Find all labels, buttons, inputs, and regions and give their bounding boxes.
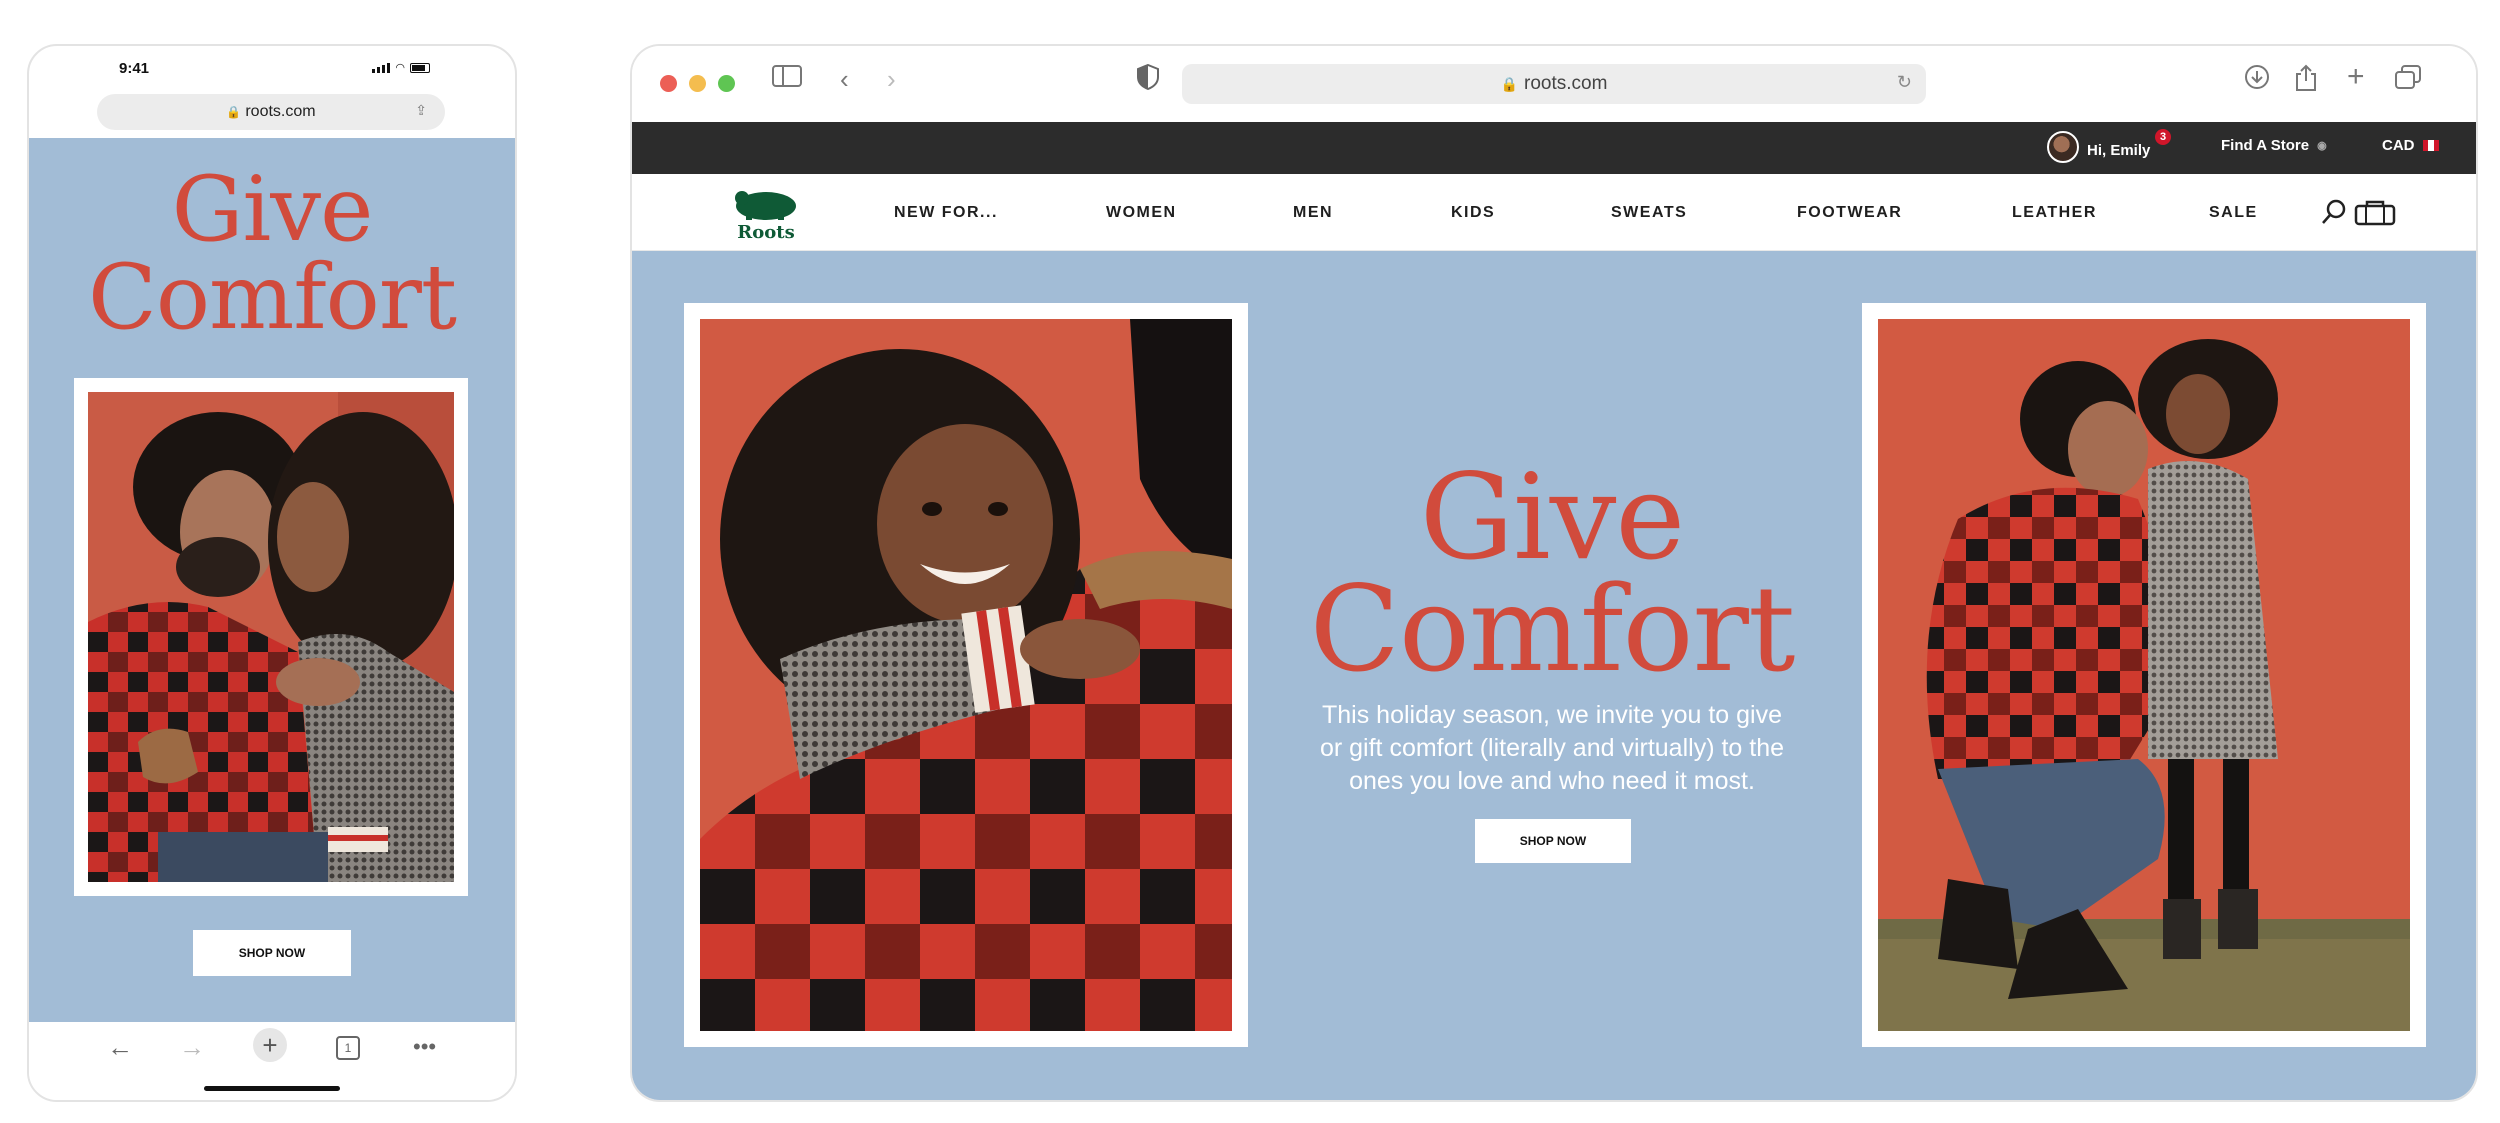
url-text: roots.com [1524,73,1608,94]
hero-headline-line-2: Comfort [1309,560,1796,698]
tabs-icon[interactable]: 1 [336,1036,360,1060]
nav-footwear[interactable]: FOOTWEAR [1797,204,1902,222]
browser-chrome: ‹ › 🔒 roots.com ↻ + [632,46,2476,122]
lock-icon: 🔒 [226,105,242,119]
mobile-photo-frame [74,378,468,896]
utility-bar: Hi, Emily 3 Find A Store ◉ CAD [632,122,2476,174]
forward-icon[interactable]: › [887,64,896,95]
nav-leather[interactable]: LEATHER [2012,204,2097,222]
nav-women[interactable]: WOMEN [1106,204,1177,222]
mobile-address-bar[interactable]: 🔒 roots.com ⇪ [97,94,445,130]
battery-icon [410,62,430,73]
mobile-hero: Give Comfort SHOP NOW [29,138,515,1022]
nav-sweats[interactable]: SWEATS [1611,204,1687,222]
main-navigation: Roots NEW FOR... WOMEN MEN KIDS SWEATS F… [632,174,2476,251]
shield-icon[interactable] [1137,63,1159,97]
back-arrow-icon[interactable]: ← [107,1032,133,1063]
hero-headline-line-1: Give [1419,448,1686,586]
headline-line-1: Give [171,157,374,262]
forward-arrow-icon[interactable]: → [179,1032,205,1063]
greeting-text: Hi, Emily [2087,141,2151,159]
right-photo-frame [1862,303,2426,1047]
hero-photo-father-daughter [1878,319,2410,1031]
find-store-text: Find A Store [2221,137,2310,154]
find-store-link[interactable]: Find A Store ◉ [2221,137,2327,154]
home-indicator [204,1086,340,1091]
back-icon[interactable]: ‹ [840,64,849,95]
share-icon[interactable]: ⇪ [415,102,427,119]
canada-flag-icon [2422,140,2439,151]
more-icon[interactable]: ••• [413,1034,436,1060]
minimize-window-button[interactable] [689,75,706,92]
close-window-button[interactable] [660,75,677,92]
wifi-icon: ◠ [395,62,405,74]
nav-new-for[interactable]: NEW FOR... [894,204,998,222]
sidebar-icon[interactable] [772,64,802,95]
tab-overview-icon[interactable] [2394,64,2422,97]
download-icon[interactable] [2244,64,2270,97]
share-icon[interactable] [2295,64,2317,99]
mobile-hero-headline: Give Comfort [29,157,515,350]
hero-body-text: This holiday season, we invite you to gi… [1319,701,1785,795]
notification-badge: 3 [2155,129,2171,145]
plus-icon[interactable]: + [253,1028,287,1062]
status-time: 9:41 [119,60,150,77]
mobile-url-text: roots.com [245,103,316,120]
reload-icon[interactable]: ↻ [1897,72,1912,93]
nav-sale[interactable]: SALE [2209,204,2258,222]
shopping-bag-icon[interactable] [2354,198,2396,231]
location-pin-icon: ◉ [2317,140,2327,152]
mobile-shop-now-button[interactable]: SHOP NOW [193,930,351,976]
nav-men[interactable]: MEN [1293,204,1333,222]
signal-icon [372,62,391,73]
status-bar: 9:41 ◠ [29,46,515,86]
currency-text: CAD [2382,137,2415,154]
roots-logo[interactable]: Roots [728,186,804,243]
currency-selector[interactable]: CAD [2382,137,2439,154]
status-icons: ◠ [372,61,430,74]
new-tab-icon[interactable]: + [2347,60,2365,94]
hero-photo-couple [88,392,454,882]
shop-now-button[interactable]: SHOP NOW [1475,819,1631,863]
avatar [2047,131,2079,163]
lock-icon: 🔒 [1500,75,1518,92]
left-photo-frame [684,303,1248,1047]
hero-photo-child-hug [700,319,1232,1031]
hero-banner: Give Comfort This holiday season, we inv… [632,251,2476,1100]
maximize-window-button[interactable] [718,75,735,92]
search-icon[interactable] [2320,198,2348,231]
headline-line-2: Comfort [87,245,457,350]
logo-text: Roots [737,222,794,242]
nav-kids[interactable]: KIDS [1451,204,1495,222]
account-greeting[interactable]: Hi, Emily 3 [2047,129,2171,163]
mobile-device: 9:41 ◠ 🔒 roots.com ⇪ Give Comfort SHOP N… [27,44,517,1102]
address-bar[interactable]: 🔒 roots.com ↻ [1182,64,1926,104]
desktop-browser-window: ‹ › 🔒 roots.com ↻ + Hi, Emily 3 Find A S… [630,44,2478,1102]
hero-headline: Give Comfort [1282,448,1822,698]
